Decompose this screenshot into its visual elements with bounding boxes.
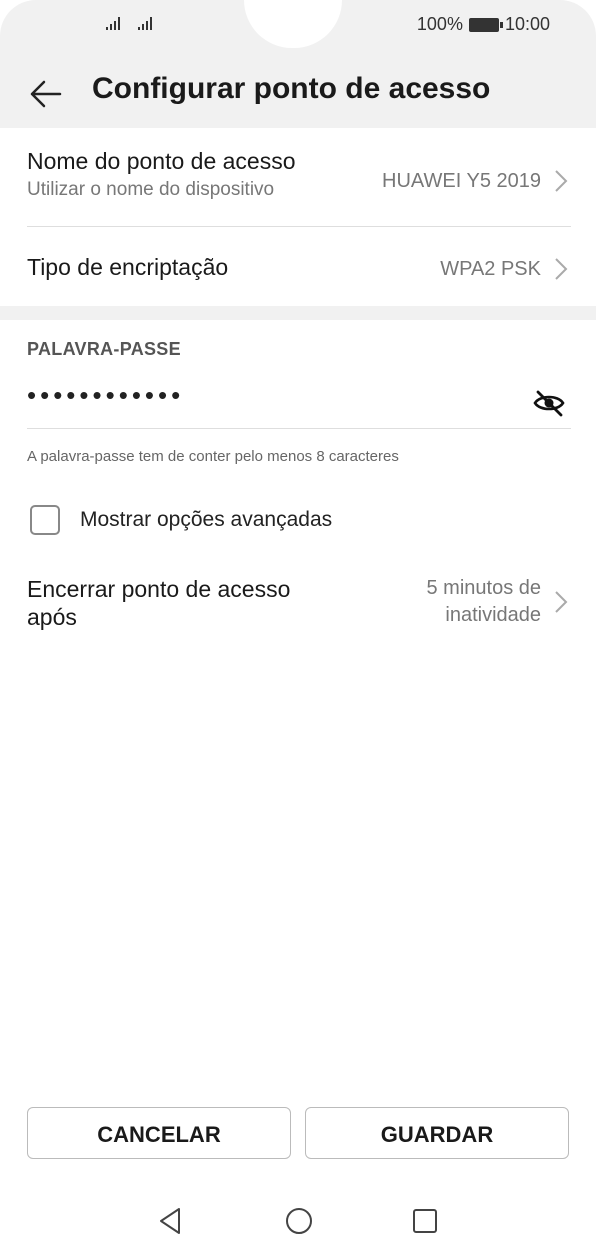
ap-name-value: HUAWEI Y5 2019 (382, 170, 541, 192)
chevron-right-icon (555, 591, 568, 613)
status-right: 100% 10:00 (417, 14, 550, 35)
auto-off-value-line2: inatividade (445, 604, 541, 626)
circle-home-icon[interactable] (284, 1206, 314, 1236)
status-bar: 100% 10:00 (0, 0, 596, 58)
encryption-row[interactable]: Tipo de encriptação WPA2 PSK (27, 254, 571, 284)
password-underline (27, 428, 571, 429)
cancel-button[interactable]: CANCELAR (27, 1107, 291, 1159)
battery-icon (468, 17, 503, 32)
square-recent-icon[interactable] (412, 1206, 438, 1236)
auto-off-row[interactable]: Encerrar ponto de acesso após 5 minutos … (27, 575, 571, 635)
camera-notch (244, 0, 342, 48)
arrow-left-icon[interactable] (26, 74, 66, 114)
auto-off-value: 5 minutos de inatividade (426, 575, 541, 629)
signal-icon (106, 16, 120, 30)
section-separator (0, 306, 596, 320)
clock: 10:00 (504, 14, 550, 34)
password-hint: A palavra-passe tem de conter pelo menos… (27, 448, 399, 465)
ap-name-row[interactable]: Nome do ponto de acesso Utilizar o nome … (27, 148, 571, 226)
divider (27, 226, 571, 227)
advanced-options-checkbox[interactable] (30, 505, 60, 535)
save-button[interactable]: GUARDAR (305, 1107, 569, 1159)
triangle-back-icon[interactable] (157, 1206, 183, 1236)
battery-percentage: 100% (416, 14, 463, 34)
advanced-options-label[interactable]: Mostrar opções avançadas (80, 508, 332, 532)
page-title: Configurar ponto de acesso (92, 72, 491, 105)
password-section-title: PALAVRA-PASSE (27, 339, 181, 359)
signal-icon (138, 16, 152, 30)
password-input[interactable]: •••••••••••• (27, 380, 527, 420)
auto-off-value-line1: 5 minutos de (426, 577, 541, 599)
eye-off-icon[interactable] (532, 388, 566, 418)
encryption-value: WPA2 PSK (440, 258, 541, 280)
chevron-right-icon (555, 170, 568, 192)
chevron-right-icon (555, 258, 568, 280)
app-bar: Configurar ponto de acesso (0, 58, 596, 128)
